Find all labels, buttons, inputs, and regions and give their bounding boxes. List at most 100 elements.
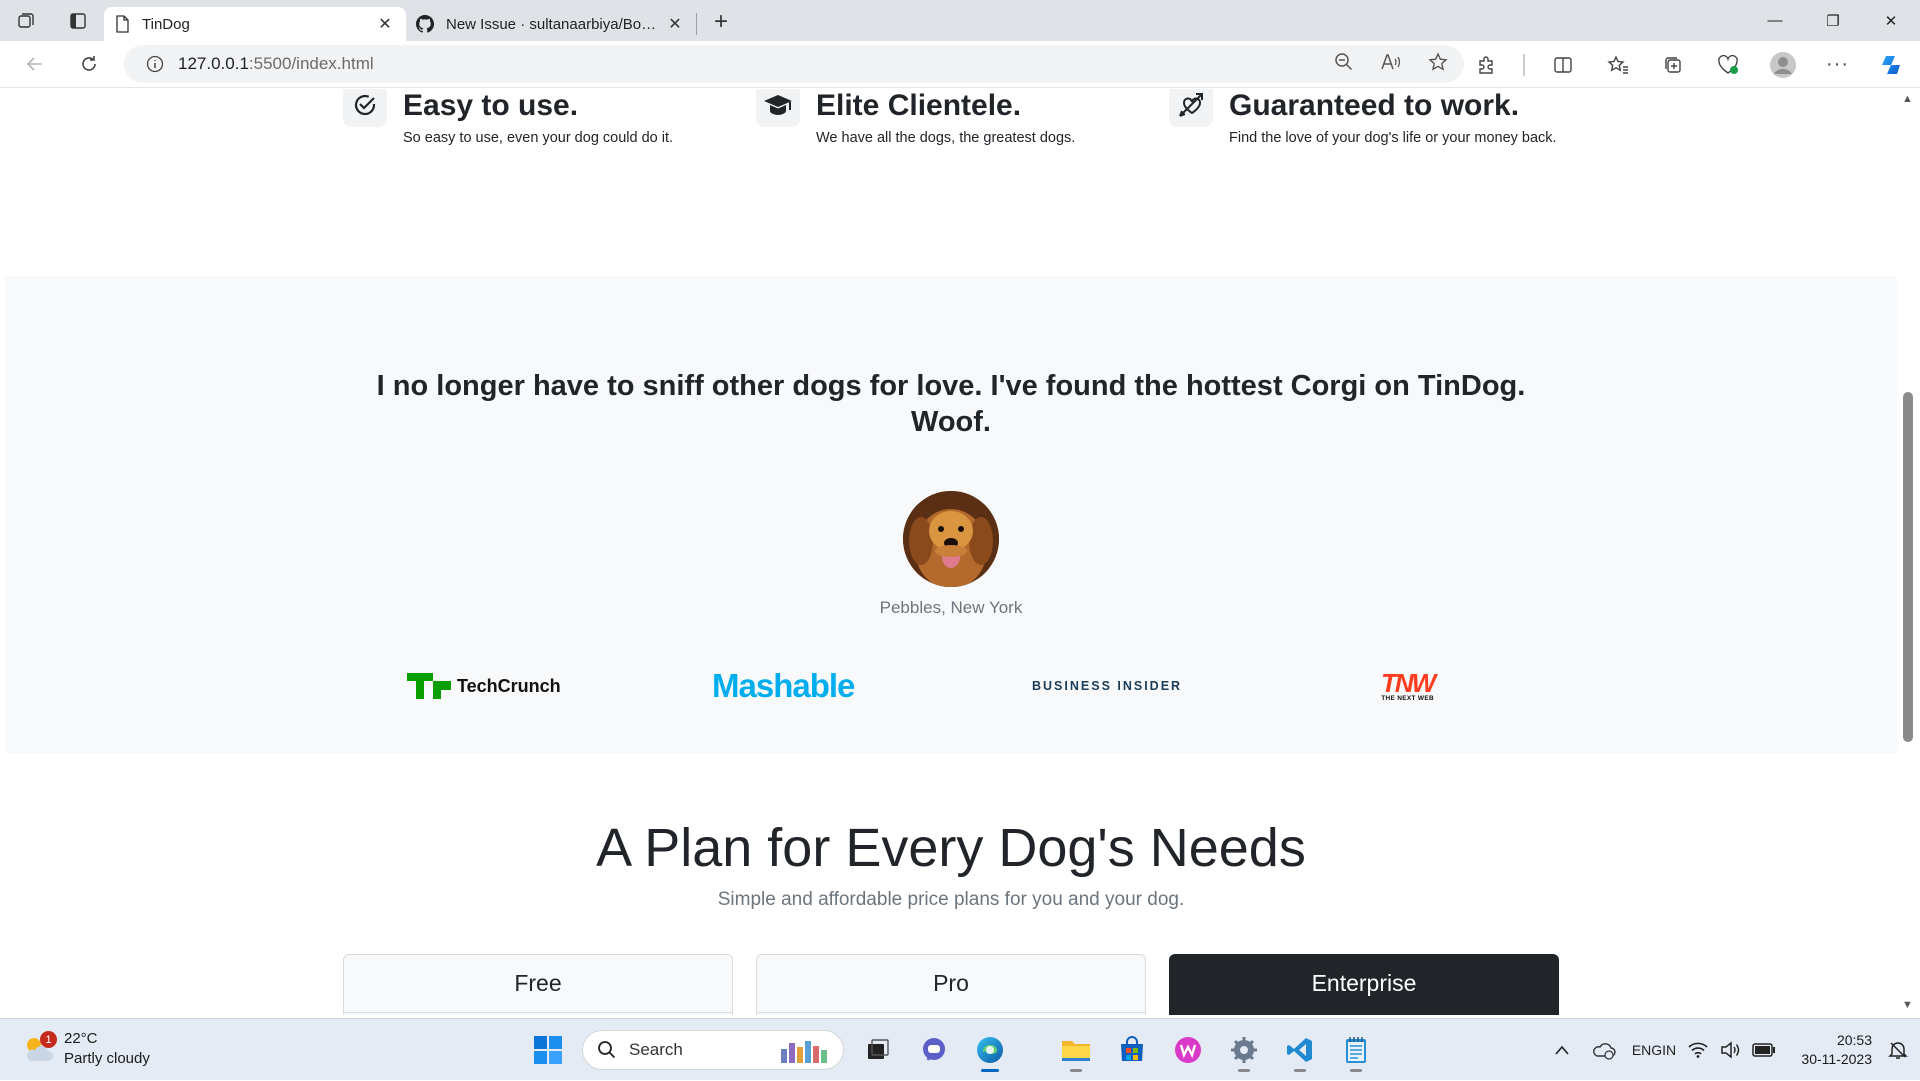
- press-logos: TechCrunch Mashable BUSINESS INSIDER TNW…: [5, 661, 1897, 711]
- running-indicator: [1238, 1069, 1250, 1072]
- close-tab-icon[interactable]: ✕: [374, 13, 396, 35]
- settings-gear-icon[interactable]: [1216, 1027, 1272, 1073]
- dog-avatar: [903, 491, 999, 587]
- page-scrollbar[interactable]: ▲ ▼: [1897, 89, 1920, 1015]
- battery-icon[interactable]: [1746, 1043, 1782, 1057]
- close-window-icon[interactable]: ✕: [1862, 0, 1920, 41]
- weather-widget[interactable]: 1 22°C Partly cloudy: [22, 1029, 150, 1069]
- taskbar-apps: Search: [520, 1027, 1384, 1073]
- browser-toolbar: 127.0.0.1:5500/index.html ···: [0, 41, 1920, 88]
- split-screen-icon[interactable]: [1535, 55, 1590, 75]
- running-indicator: [1294, 1069, 1306, 1072]
- close-tab-icon[interactable]: ✕: [664, 13, 686, 35]
- feature-text: Find the love of your dog's life or your…: [1229, 130, 1557, 146]
- favorite-star-icon[interactable]: [1428, 51, 1448, 77]
- plan-header: Free: [344, 955, 732, 1013]
- workspaces-icon[interactable]: [0, 0, 52, 41]
- browser-essentials-icon[interactable]: [1700, 54, 1755, 75]
- windows-taskbar: 1 22°C Partly cloudy Search ENG IN 20:53…: [0, 1018, 1920, 1080]
- plan-card-free: Free: [343, 954, 733, 1015]
- clock[interactable]: 20:53 30-11-2023: [1782, 1031, 1872, 1069]
- business-insider-logo: BUSINESS INSIDER: [1032, 679, 1183, 693]
- pricing-title: A Plan for Every Dog's Needs: [596, 818, 1306, 878]
- tab-tindog[interactable]: TinDog ✕: [104, 7, 406, 41]
- info-icon[interactable]: [146, 55, 164, 73]
- weather-icon: 1: [22, 1031, 57, 1065]
- scrollbar-thumb[interactable]: [1903, 392, 1913, 742]
- mashable-logo: Mashable: [712, 667, 855, 704]
- browser-tabstrip: TinDog ✕ New Issue · sultanaarbiya/Boots…: [0, 0, 1920, 41]
- feature-title: Elite Clientele.: [816, 89, 1022, 122]
- scroll-up-arrow-icon[interactable]: ▲: [1902, 93, 1913, 105]
- running-indicator: [1350, 1069, 1362, 1072]
- wifi-icon[interactable]: [1682, 1042, 1714, 1058]
- onedrive-sync-icon[interactable]: [1582, 1040, 1626, 1060]
- tab-title: TinDog: [142, 15, 190, 33]
- scroll-down-arrow-icon[interactable]: ▼: [1902, 999, 1913, 1011]
- plan-header: Pro: [757, 955, 1145, 1013]
- page-icon: [116, 15, 129, 33]
- read-aloud-icon[interactable]: [1380, 52, 1402, 77]
- refresh-icon[interactable]: [62, 44, 116, 84]
- window-controls: — ❐ ✕: [1746, 0, 1920, 41]
- extensions-icon[interactable]: [1458, 55, 1513, 75]
- collections-icon[interactable]: [1645, 55, 1700, 75]
- testimonial-author: Pebbles, New York: [879, 598, 1023, 617]
- more-options-icon[interactable]: ···: [1810, 53, 1865, 76]
- restore-icon[interactable]: ❐: [1804, 0, 1862, 41]
- start-button[interactable]: [520, 1027, 576, 1073]
- tab-divider: [696, 13, 697, 35]
- weather-temp: 22°C: [64, 1030, 98, 1047]
- toolbar-divider: [1523, 53, 1525, 76]
- tab-actions-icon[interactable]: [52, 0, 104, 41]
- volume-icon[interactable]: [1714, 1041, 1746, 1059]
- vscode-icon[interactable]: [1272, 1027, 1328, 1073]
- github-icon: [416, 15, 434, 33]
- wps-office-icon[interactable]: [1160, 1027, 1216, 1073]
- tab-new-issue[interactable]: New Issue · sultanaarbiya/Bootst ✕: [406, 7, 696, 41]
- minimize-icon[interactable]: —: [1746, 0, 1804, 41]
- search-highlight-icon: [781, 1041, 827, 1063]
- plan-card-enterprise: Enterprise: [1169, 954, 1559, 1015]
- teams-chat-icon[interactable]: [906, 1027, 962, 1073]
- url-text: 127.0.0.1:5500/index.html: [178, 54, 374, 73]
- taskbar-search[interactable]: Search: [582, 1030, 844, 1070]
- profile-avatar[interactable]: [1755, 51, 1810, 78]
- favorites-icon[interactable]: [1590, 54, 1645, 75]
- feature-text: We have all the dogs, the greatest dogs.: [816, 130, 1076, 146]
- task-view-icon[interactable]: [850, 1027, 906, 1073]
- check-circle-icon: [343, 89, 387, 127]
- address-bar[interactable]: 127.0.0.1:5500/index.html: [124, 45, 1464, 83]
- back-icon[interactable]: [8, 44, 62, 84]
- notifications-bell-icon[interactable]: [1882, 1040, 1914, 1060]
- copilot-icon[interactable]: [1865, 52, 1920, 78]
- search-label: Search: [629, 1040, 683, 1059]
- zoom-out-icon[interactable]: [1334, 52, 1354, 77]
- testimonial-quote: I no longer have to sniff other dogs for…: [5, 368, 1897, 440]
- feature-text: So easy to use, even your dog could do i…: [403, 130, 674, 146]
- file-explorer-icon[interactable]: [1048, 1027, 1104, 1073]
- page-viewport: Easy to use. So easy to use, even your d…: [5, 89, 1897, 1015]
- testimonial-quote-text: I no longer have to sniff other dogs for…: [376, 370, 1526, 438]
- search-icon: [598, 1041, 616, 1059]
- weather-desc: Partly cloudy: [64, 1050, 150, 1067]
- tab-title: New Issue · sultanaarbiya/Bootst: [446, 15, 664, 33]
- new-tab-button[interactable]: +: [703, 4, 739, 40]
- pricing-subtitle: Simple and affordable price plans for yo…: [717, 889, 1185, 910]
- edge-browser-icon[interactable]: [962, 1027, 1018, 1073]
- pricing-section: A Plan for Every Dog's Needs Simple and …: [5, 753, 1897, 1015]
- graduation-cap-icon: [756, 89, 800, 127]
- language-indicator[interactable]: ENG IN: [1626, 1041, 1682, 1059]
- plan-card-pro: Pro: [756, 954, 1146, 1015]
- microsoft-store-icon[interactable]: [1104, 1027, 1160, 1073]
- features-section: Easy to use. So easy to use, even your d…: [5, 89, 1897, 276]
- techcrunch-logo: TechCrunch: [407, 661, 561, 711]
- notepad-icon[interactable]: [1328, 1027, 1384, 1073]
- running-indicator: [1070, 1069, 1082, 1072]
- heart-arrow-icon: [1169, 89, 1213, 127]
- plan-header: Enterprise: [1170, 955, 1558, 1013]
- testimonial-section: I no longer have to sniff other dogs for…: [5, 276, 1897, 753]
- toolbar-right: ···: [1458, 41, 1920, 88]
- show-hidden-icons-icon[interactable]: [1542, 1045, 1582, 1055]
- tnw-logo: TNW THE NEXT WEB: [1381, 667, 1436, 702]
